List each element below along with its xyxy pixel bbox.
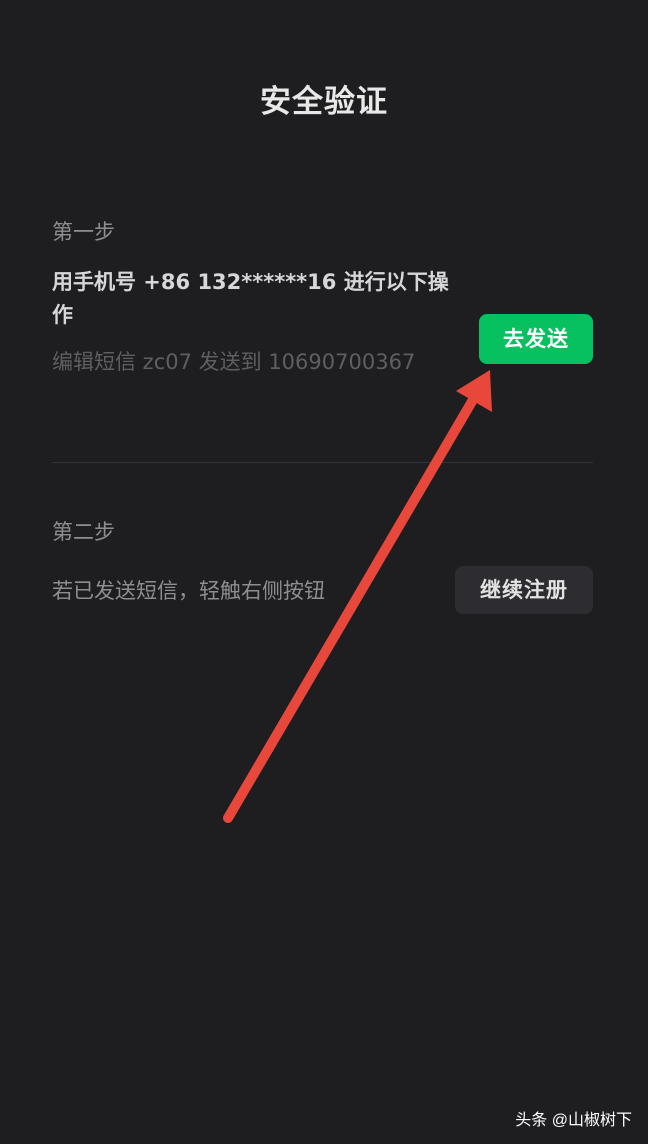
- security-verification-screen: 安全验证 第一步 用手机号 +86 132******16 进行以下操作 编辑短…: [0, 0, 648, 1144]
- watermark: 头条 @山椒树下: [515, 1112, 632, 1129]
- go-send-button[interactable]: 去发送: [479, 314, 593, 364]
- step-two-label: 第二步: [52, 520, 115, 544]
- phone-instruction: 用手机号 +86 132******16 进行以下操作: [52, 270, 449, 327]
- section-divider: [52, 462, 593, 463]
- continue-hint: 若已发送短信，轻触右侧按钮: [52, 579, 325, 603]
- page-title: 安全验证: [260, 84, 388, 120]
- sms-instruction-detail: 编辑短信 zc07 发送到 10690700367: [52, 350, 416, 374]
- step-one-label: 第一步: [52, 220, 115, 244]
- continue-register-button[interactable]: 继续注册: [455, 566, 593, 614]
